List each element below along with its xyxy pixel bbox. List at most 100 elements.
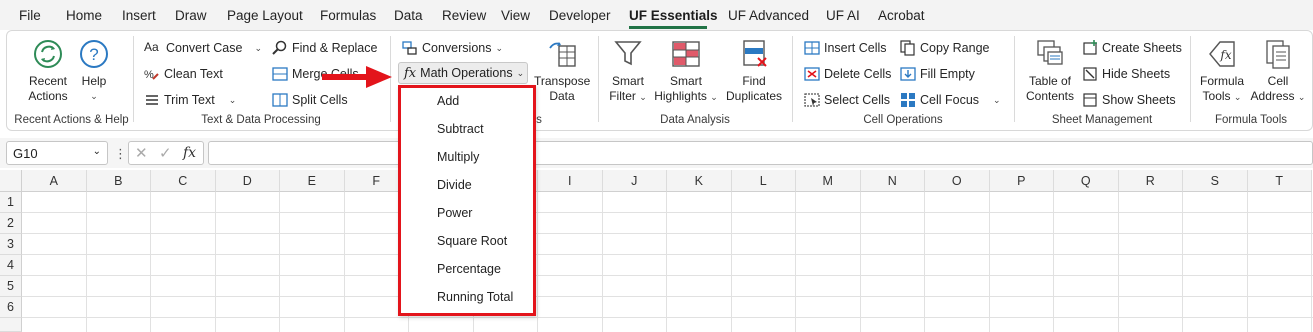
column-header[interactable]: J <box>602 170 667 192</box>
menu-item-percentage[interactable]: Percentage <box>437 262 501 276</box>
cancel-icon[interactable]: ✕ <box>135 144 148 162</box>
formula-tools-button[interactable]: fx Formula Tools ⌄ <box>1196 38 1248 105</box>
column-header[interactable]: C <box>151 170 216 192</box>
find-duplicates-button[interactable]: Find Duplicates <box>724 38 784 104</box>
smart-filter-button[interactable]: Smart Filter ⌄ <box>606 38 650 105</box>
convert-case-button[interactable]: Aa Convert Case ⌄ <box>144 38 262 58</box>
copy-range-button[interactable]: Copy Range <box>900 38 990 58</box>
column-header[interactable]: T <box>1247 170 1312 192</box>
menu-item-multiply[interactable]: Multiply <box>437 150 479 164</box>
select-cells-button[interactable]: Select Cells <box>804 90 890 110</box>
tab-home[interactable]: Home <box>66 8 102 23</box>
column-header[interactable]: B <box>86 170 151 192</box>
tab-uf-essentials[interactable]: UF Essentials <box>629 8 718 23</box>
group-separator <box>598 36 599 122</box>
table-of-contents-icon <box>1034 38 1066 70</box>
grid-column-line <box>279 192 280 332</box>
menu-item-add[interactable]: Add <box>437 94 459 108</box>
tab-page-layout[interactable]: Page Layout <box>227 8 303 23</box>
group-separator <box>1014 36 1015 122</box>
find-duplicates-label-1: Find <box>742 74 766 88</box>
grid-row-line <box>22 317 1313 318</box>
menu-item-square-root[interactable]: Square Root <box>437 234 507 248</box>
copy-range-label: Copy Range <box>920 41 990 55</box>
help-button[interactable]: ? Help ⌄ <box>78 38 110 104</box>
insert-function-icon[interactable]: fx <box>183 145 196 161</box>
enter-icon[interactable]: ✓ <box>159 144 172 162</box>
menu-bar: File Home Insert Draw Page Layout Formul… <box>0 0 1313 30</box>
recent-actions-button[interactable]: Recent Actions <box>24 38 72 104</box>
transpose-data-button[interactable]: Transpose Data <box>534 38 590 104</box>
grid-column-line <box>1182 192 1183 332</box>
column-header[interactable]: Q <box>1054 170 1119 192</box>
tab-view[interactable]: View <box>501 8 530 23</box>
column-header[interactable]: M <box>796 170 861 192</box>
fill-empty-button[interactable]: Fill Empty <box>900 64 975 84</box>
row-header[interactable]: 6 <box>0 297 22 318</box>
menu-item-running-total[interactable]: Running Total <box>437 290 513 304</box>
column-header[interactable]: R <box>1118 170 1183 192</box>
show-sheets-icon <box>1082 92 1098 108</box>
row-header[interactable]: 1 <box>0 192 22 213</box>
column-header[interactable]: E <box>280 170 345 192</box>
more-options-icon[interactable]: ⋮ <box>114 146 127 162</box>
grid-column-line <box>1311 192 1312 332</box>
transpose-icon <box>546 38 578 70</box>
column-header[interactable]: K <box>667 170 732 192</box>
insert-cells-button[interactable]: Insert Cells <box>804 38 887 58</box>
tab-file[interactable]: File <box>19 8 41 23</box>
row-header[interactable]: 5 <box>0 276 22 297</box>
column-header[interactable]: A <box>22 170 87 192</box>
find-replace-label: Find & Replace <box>292 41 378 55</box>
menu-item-subtract[interactable]: Subtract <box>437 122 484 136</box>
tab-acrobat[interactable]: Acrobat <box>878 8 925 23</box>
clean-text-button[interactable]: % Clean Text <box>144 64 223 84</box>
tab-formulas[interactable]: Formulas <box>320 8 376 23</box>
row-header[interactable]: 3 <box>0 234 22 255</box>
grid-column-line <box>343 192 345 332</box>
find-replace-button[interactable]: Find & Replace <box>272 38 377 58</box>
tab-draw[interactable]: Draw <box>175 8 207 23</box>
toc-label-2: Contents <box>1025 89 1075 103</box>
cell-address-button[interactable]: Cell Address ⌄ <box>1250 38 1306 105</box>
group-label-recent: Recent Actions & Help <box>14 114 129 126</box>
clean-text-icon: % <box>144 66 160 82</box>
create-sheets-button[interactable]: Create Sheets <box>1082 38 1182 58</box>
tab-developer[interactable]: Developer <box>549 8 611 23</box>
math-operations-button[interactable]: fx Math Operations ⌄ <box>398 62 528 84</box>
hide-sheets-button[interactable]: Hide Sheets <box>1082 64 1170 84</box>
table-of-contents-button[interactable]: Table of Contents <box>1022 38 1078 104</box>
cell-focus-button[interactable]: Cell Focus ⌄ <box>900 90 1001 110</box>
formula-input[interactable] <box>208 141 1313 165</box>
math-operations-menu: Add Subtract Multiply Divide Power Squar… <box>398 85 536 316</box>
tab-uf-ai[interactable]: UF AI <box>826 8 860 23</box>
menu-item-divide[interactable]: Divide <box>437 178 472 192</box>
trim-text-button[interactable]: Trim Text ⌄ <box>144 90 236 110</box>
column-header[interactable]: D <box>215 170 280 192</box>
row-header[interactable]: 4 <box>0 255 22 276</box>
column-header[interactable]: P <box>989 170 1054 192</box>
transpose-label-1: Transpose <box>534 74 591 88</box>
column-header[interactable]: N <box>860 170 925 192</box>
show-sheets-button[interactable]: Show Sheets <box>1082 90 1176 110</box>
row-header[interactable] <box>0 318 22 332</box>
tab-uf-advanced[interactable]: UF Advanced <box>728 8 809 23</box>
column-header[interactable]: S <box>1183 170 1248 192</box>
tab-insert[interactable]: Insert <box>122 8 156 23</box>
name-box[interactable]: G10 ⌄ <box>6 141 108 165</box>
select-cells-icon <box>804 92 820 108</box>
menu-item-power[interactable]: Power <box>437 206 472 220</box>
select-all-corner[interactable] <box>0 170 22 192</box>
tab-review[interactable]: Review <box>442 8 486 23</box>
grid-column-line <box>988 192 990 332</box>
delete-cells-button[interactable]: Delete Cells <box>804 64 891 84</box>
row-header[interactable]: 2 <box>0 213 22 234</box>
tab-data[interactable]: Data <box>394 8 423 23</box>
spreadsheet-grid[interactable] <box>0 170 1313 332</box>
smart-highlights-button[interactable]: Smart Highlights ⌄ <box>652 38 720 105</box>
red-arrow-icon <box>322 66 394 95</box>
column-header[interactable]: I <box>538 170 603 192</box>
conversions-button[interactable]: Conversions ⌄ <box>402 38 503 58</box>
column-header[interactable]: L <box>731 170 796 192</box>
column-header[interactable]: O <box>925 170 990 192</box>
